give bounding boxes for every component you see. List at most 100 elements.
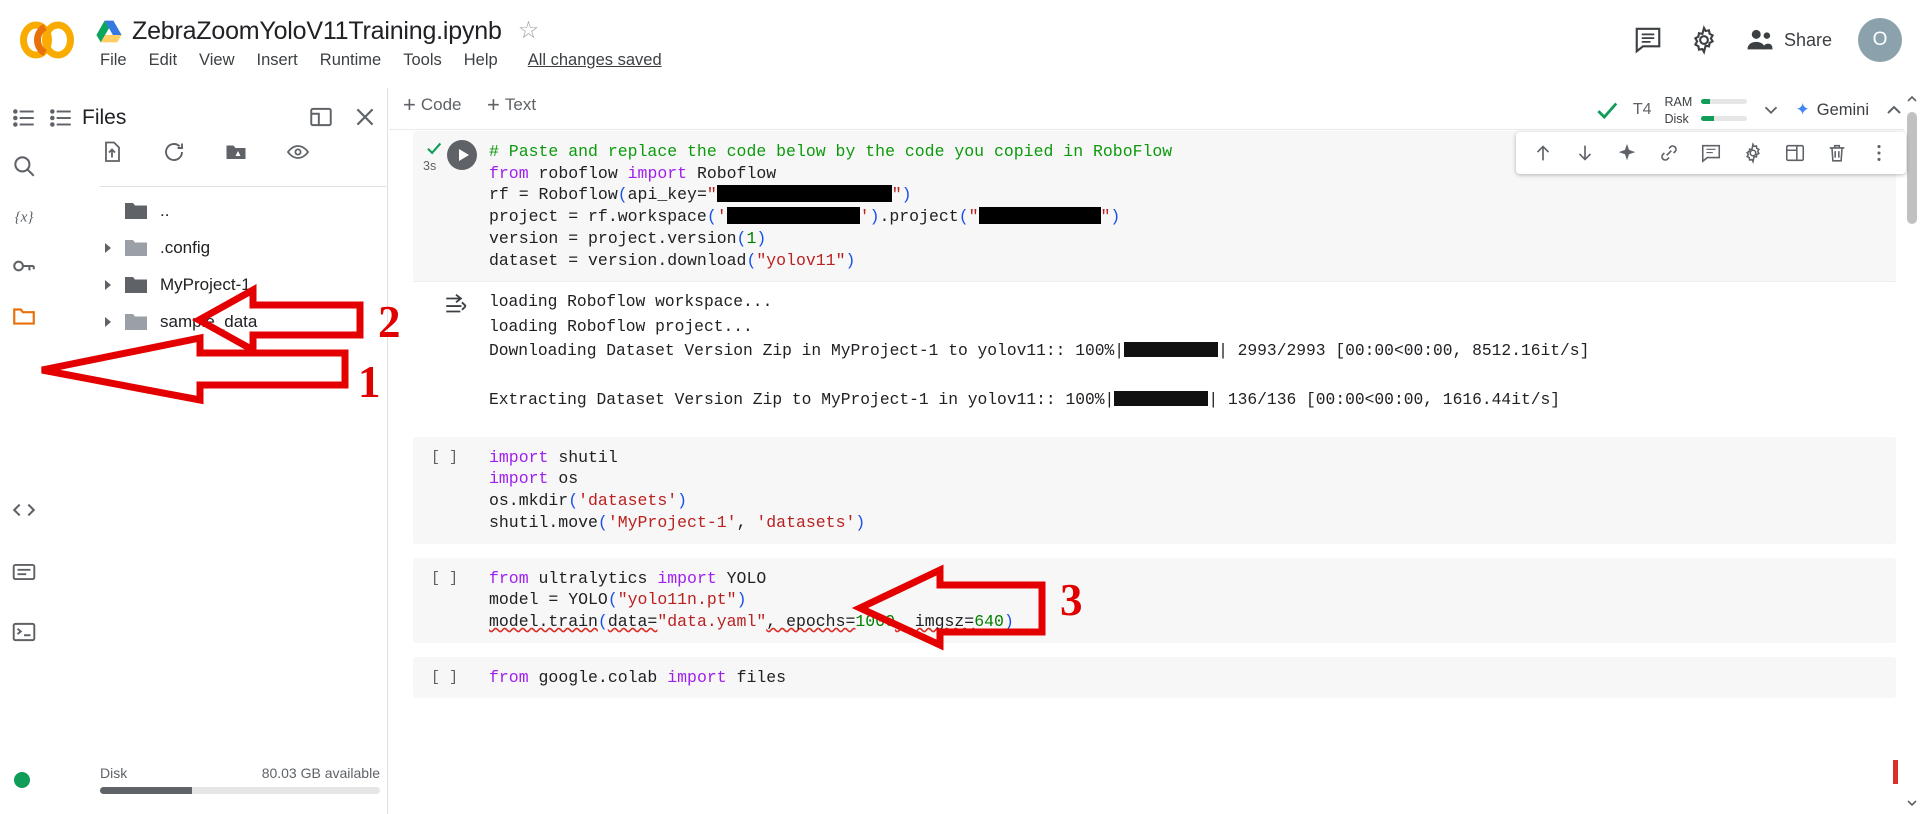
menu-file[interactable]: File bbox=[100, 51, 127, 70]
more-vert-icon[interactable] bbox=[1868, 142, 1890, 164]
file-tree-row-config[interactable]: .config bbox=[48, 229, 388, 266]
file-tree-row-myproject[interactable]: MyProject-1 bbox=[48, 266, 388, 303]
resource-meters[interactable]: RAM Disk bbox=[1664, 95, 1748, 126]
folder-icon bbox=[125, 276, 147, 293]
chevron-right-icon[interactable] bbox=[100, 240, 116, 256]
rail-code-snippets-icon[interactable] bbox=[4, 490, 44, 530]
save-status[interactable]: All changes saved bbox=[528, 51, 662, 70]
disk-usage: Disk 80.03 GB available bbox=[100, 765, 380, 794]
upload-file-icon[interactable] bbox=[100, 140, 124, 164]
rail-toc-icon[interactable] bbox=[4, 98, 44, 138]
cell-run-index[interactable]: [ ] bbox=[431, 449, 458, 466]
chevron-right-icon[interactable] bbox=[100, 314, 116, 330]
delete-cell-icon[interactable] bbox=[1826, 142, 1848, 164]
cell-gutter: 3s bbox=[413, 131, 477, 281]
code-cell-body[interactable]: [ ] from ultralytics import YOLO model = … bbox=[413, 557, 1896, 643]
menu-view[interactable]: View bbox=[199, 51, 234, 70]
redacted-token bbox=[726, 207, 860, 225]
code-token: os bbox=[558, 469, 579, 489]
code-token: ' bbox=[859, 207, 870, 227]
refresh-icon[interactable] bbox=[162, 140, 186, 164]
avatar[interactable]: O bbox=[1858, 18, 1902, 62]
close-icon[interactable] bbox=[352, 104, 378, 130]
run-cell-button[interactable] bbox=[447, 140, 477, 170]
comment-icon[interactable] bbox=[1700, 142, 1722, 164]
gemini-button[interactable]: ✦ Gemini bbox=[1795, 100, 1869, 120]
code-token: ( bbox=[568, 491, 579, 511]
code-token: import bbox=[489, 447, 559, 467]
code-token: google.colab bbox=[538, 667, 668, 687]
link-icon[interactable] bbox=[1658, 142, 1680, 164]
open-in-new-icon[interactable] bbox=[308, 104, 334, 130]
code-token: api_key= bbox=[627, 185, 707, 205]
rail-secrets-key-icon[interactable] bbox=[4, 246, 44, 286]
code-token: , epochs= bbox=[766, 611, 856, 631]
cell-run-index[interactable]: [ ] bbox=[431, 570, 458, 587]
code-token: ( bbox=[706, 207, 717, 227]
scroll-up-icon[interactable] bbox=[1906, 92, 1918, 106]
menu-runtime[interactable]: Runtime bbox=[320, 51, 381, 70]
share-button[interactable]: Share bbox=[1745, 25, 1832, 55]
disk-label: Disk bbox=[100, 765, 128, 781]
move-cell-up-icon[interactable] bbox=[1532, 142, 1554, 164]
code-token: import bbox=[667, 667, 737, 687]
colab-logo bbox=[20, 21, 74, 59]
sparkle-icon[interactable] bbox=[1616, 142, 1638, 164]
cell-source-code[interactable]: import shutil import os os.mkdir('datasets… bbox=[413, 437, 1896, 544]
file-tree-row-sampledata[interactable]: sample_data bbox=[48, 303, 388, 340]
star-icon[interactable]: ☆ bbox=[512, 19, 540, 43]
mount-drive-icon[interactable] bbox=[224, 140, 248, 164]
code-token: ) bbox=[1003, 611, 1014, 631]
rail-search-icon[interactable] bbox=[4, 146, 44, 186]
output-line: Downloading Dataset Version Zip in MyPro… bbox=[489, 339, 1884, 364]
chevron-right-icon[interactable] bbox=[100, 277, 116, 293]
chevron-up-icon[interactable] bbox=[1882, 98, 1906, 122]
menu-tools[interactable]: Tools bbox=[403, 51, 442, 70]
notebook-cell-roboflow: 3s # Paste and replace the code below by… bbox=[413, 131, 1896, 423]
file-tree-row-parent[interactable]: .. bbox=[48, 192, 388, 229]
code-cell-body[interactable]: [ ] import shutil import os os.mkdir('data… bbox=[413, 436, 1896, 544]
code-token: Roboflow bbox=[696, 163, 777, 183]
annotation-number-2: 2 bbox=[378, 297, 401, 347]
code-token: ( bbox=[958, 207, 969, 227]
cell-run-index[interactable]: [ ] bbox=[431, 669, 458, 686]
code-token: ) bbox=[855, 512, 866, 532]
scrollbar-thumb[interactable] bbox=[1907, 112, 1917, 224]
eye-icon[interactable] bbox=[286, 140, 310, 164]
cell-source-code[interactable]: from ultralytics import YOLO model = YOLO… bbox=[413, 558, 1896, 643]
chevron-down-icon[interactable] bbox=[1760, 99, 1782, 121]
rail-terminal-icon[interactable] bbox=[4, 612, 44, 652]
file-tree-label-sampledata: sample_data bbox=[160, 311, 258, 331]
add-text-cell-button[interactable]: + Text bbox=[487, 94, 536, 116]
code-token: "yolo11n.pt" bbox=[617, 590, 737, 610]
cell-source-code[interactable]: from google.colab import files bbox=[413, 657, 1896, 699]
menu-help[interactable]: Help bbox=[464, 51, 498, 70]
gear-icon[interactable] bbox=[1689, 25, 1719, 55]
code-token: YOLO bbox=[726, 568, 767, 588]
code-line: os.mkdir('datasets') bbox=[489, 490, 1884, 512]
code-token: 1 bbox=[746, 228, 757, 248]
notebook-area: + Code + Text T4 RAM Disk ✦ Gemini 3s # … bbox=[389, 88, 1920, 814]
scroll-down-icon[interactable] bbox=[1906, 796, 1918, 810]
mirror-cell-icon[interactable] bbox=[1784, 142, 1806, 164]
move-cell-down-icon[interactable] bbox=[1574, 142, 1596, 164]
settings-icon[interactable] bbox=[1742, 142, 1764, 164]
vertical-scrollbar[interactable] bbox=[1904, 88, 1920, 814]
menu-insert[interactable]: Insert bbox=[257, 51, 298, 70]
code-cell-body[interactable]: [ ] from google.colab import files bbox=[413, 656, 1896, 699]
rail-command-palette-icon[interactable] bbox=[4, 552, 44, 592]
rail-files-folder-icon[interactable] bbox=[4, 296, 44, 336]
gemini-label: Gemini bbox=[1816, 100, 1869, 119]
output-line: Extracting Dataset Version Zip to MyProj… bbox=[489, 388, 1884, 413]
disk-available: 80.03 GB available bbox=[261, 765, 380, 781]
add-code-cell-button[interactable]: + Code bbox=[403, 94, 462, 116]
comment-icon[interactable] bbox=[1633, 25, 1663, 55]
code-token: data= bbox=[607, 611, 658, 631]
output-line bbox=[489, 364, 1884, 389]
files-list-icon bbox=[50, 109, 71, 127]
code-token: ) bbox=[845, 250, 856, 270]
disk-progress-fill bbox=[100, 787, 193, 794]
rail-variables-icon[interactable]: {x} bbox=[4, 196, 44, 236]
menu-edit[interactable]: Edit bbox=[149, 51, 177, 70]
cell-gutter: [ ] bbox=[413, 558, 475, 643]
